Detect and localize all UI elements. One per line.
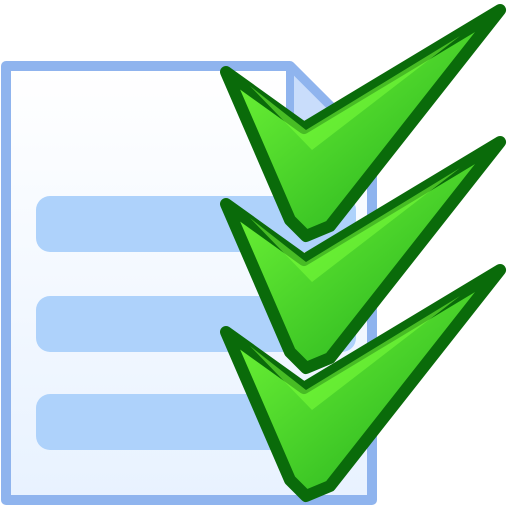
checklist-graphic xyxy=(1,4,506,505)
checklist-icon xyxy=(0,0,512,512)
